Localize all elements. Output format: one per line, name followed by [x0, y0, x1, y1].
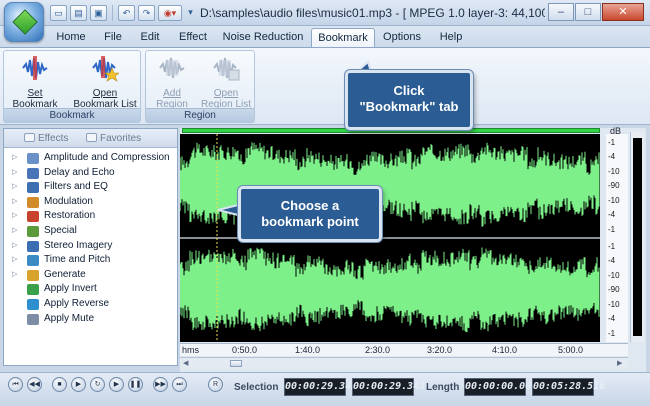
tab-callout-line-2: "Bookmark" tab — [359, 99, 459, 114]
tab-callout-line-1: Click — [393, 83, 425, 98]
app-logo-icon — [12, 9, 38, 35]
app-menu-button[interactable] — [4, 2, 44, 42]
bookmark-tab-callout: Click "Bookmark" tab — [345, 70, 473, 130]
wave-callout-line-2: bookmark point — [261, 214, 359, 229]
bookmark-point-callout: Choose a bookmark point — [238, 186, 382, 242]
wave-callout-line-1: Choose a — [280, 198, 340, 213]
